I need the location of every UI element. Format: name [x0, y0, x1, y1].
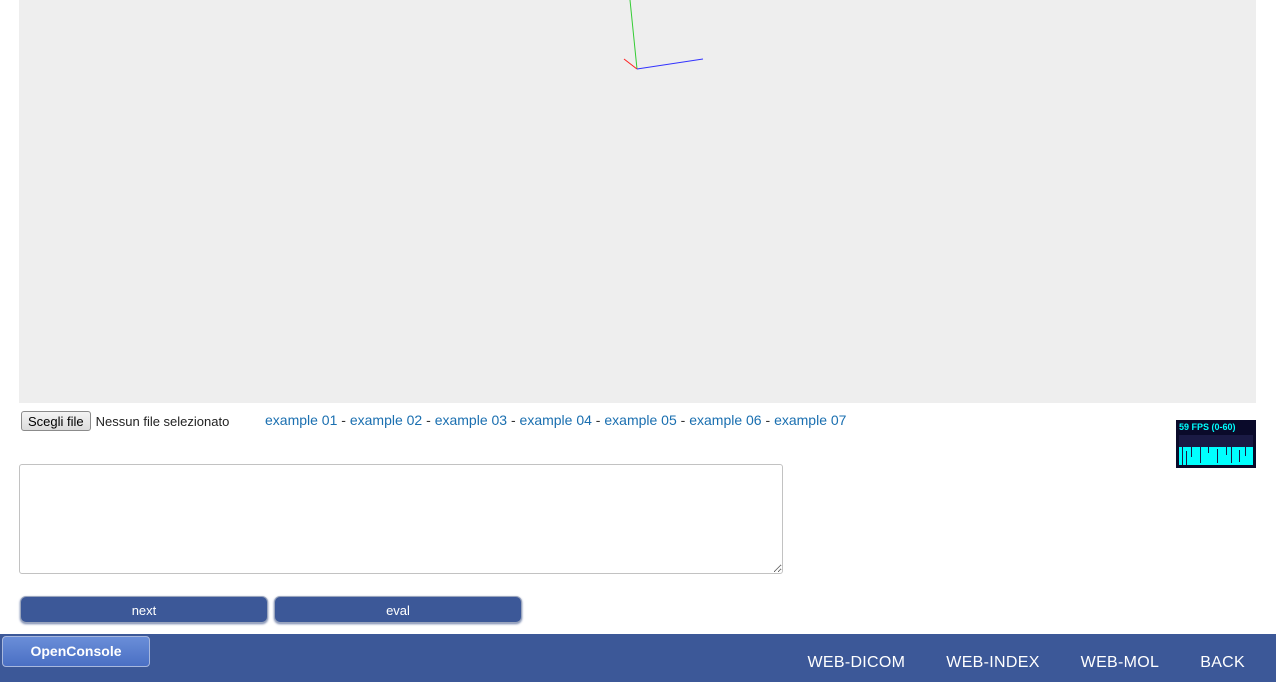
separator: -: [337, 412, 350, 428]
fps-label: 59 FPS (0-60): [1179, 422, 1236, 432]
example-link-07[interactable]: example 07: [774, 412, 846, 428]
example-link-03[interactable]: example 03: [435, 412, 507, 428]
open-console-button[interactable]: OpenConsole: [2, 636, 150, 667]
nav-back[interactable]: BACK: [1200, 654, 1245, 672]
code-editor[interactable]: [19, 464, 783, 574]
examples-links: example 01 - example 02 - example 03 - e…: [265, 412, 846, 428]
bottom-nav-links: WEB-DICOM WEB-INDEX WEB-MOL BACK: [807, 654, 1245, 672]
next-button[interactable]: next: [20, 596, 268, 623]
example-link-06[interactable]: example 06: [689, 412, 761, 428]
x-axis-line: [623, 58, 638, 70]
fps-graph: [1179, 435, 1253, 465]
nav-web-mol[interactable]: WEB-MOL: [1081, 654, 1160, 672]
example-link-01[interactable]: example 01: [265, 412, 337, 428]
nav-web-dicom[interactable]: WEB-DICOM: [807, 654, 905, 672]
example-link-02[interactable]: example 02: [350, 412, 422, 428]
example-link-05[interactable]: example 05: [604, 412, 676, 428]
z-axis-line: [636, 58, 704, 70]
nav-web-index[interactable]: WEB-INDEX: [946, 654, 1039, 672]
bottom-navbar: OpenConsole WEB-DICOM WEB-INDEX WEB-MOL …: [0, 634, 1276, 682]
separator: -: [422, 412, 435, 428]
3d-viewport[interactable]: [19, 0, 1256, 403]
separator: -: [676, 412, 690, 428]
separator: -: [507, 412, 520, 428]
eval-button[interactable]: eval: [274, 596, 522, 623]
separator: -: [761, 412, 775, 428]
separator: -: [591, 412, 605, 428]
fps-meter[interactable]: 59 FPS (0-60): [1176, 420, 1256, 468]
file-input: Scegli file Nessun file selezionato: [21, 411, 229, 431]
example-link-04[interactable]: example 04: [520, 412, 592, 428]
y-axis-line: [629, 0, 638, 70]
file-status-text: Nessun file selezionato: [95, 413, 230, 429]
axes-helper: [623, 0, 704, 70]
choose-file-button[interactable]: Scegli file: [21, 411, 91, 431]
